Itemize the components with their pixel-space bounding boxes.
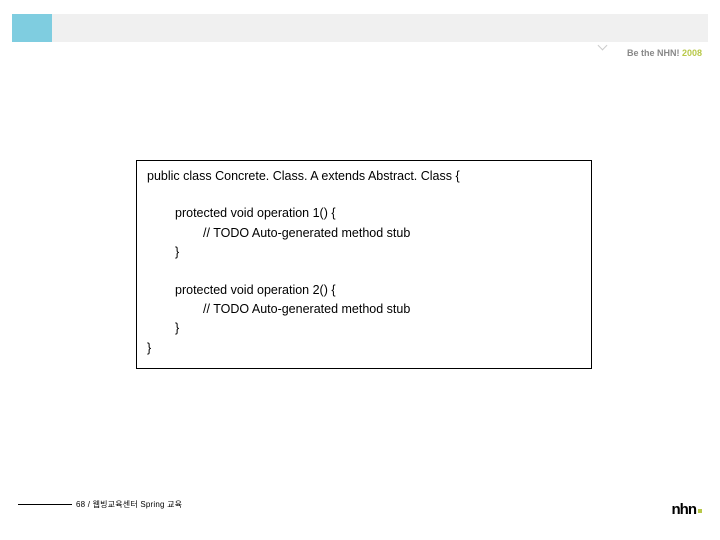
footer-line <box>18 504 72 505</box>
code-line: } <box>147 339 581 358</box>
code-line: } <box>147 319 581 338</box>
header-bar <box>12 14 708 42</box>
code-line: // TODO Auto-generated method stub <box>147 224 581 243</box>
code-blank <box>147 186 581 204</box>
header-accent <box>12 14 52 42</box>
header-tagline: Be the NHN! 2008 <box>627 48 702 58</box>
tagline-year: 2008 <box>682 48 702 58</box>
code-box: public class Concrete. Class. A extends … <box>136 160 592 369</box>
header-tick-icon <box>598 41 608 51</box>
code-line: protected void operation 1() { <box>147 204 581 223</box>
code-line: } <box>147 243 581 262</box>
code-blank <box>147 263 581 281</box>
logo-dot-icon <box>698 509 702 513</box>
code-line: protected void operation 2() { <box>147 281 581 300</box>
code-line: public class Concrete. Class. A extends … <box>147 167 581 186</box>
logo-text: nhn <box>672 501 697 518</box>
code-line: // TODO Auto-generated method stub <box>147 300 581 319</box>
nhn-logo: nhn <box>672 501 703 518</box>
tagline-prefix: Be the NHN! <box>627 48 682 58</box>
footer-text: 68 / 웹빙교육센터 Spring 교육 <box>76 499 182 510</box>
